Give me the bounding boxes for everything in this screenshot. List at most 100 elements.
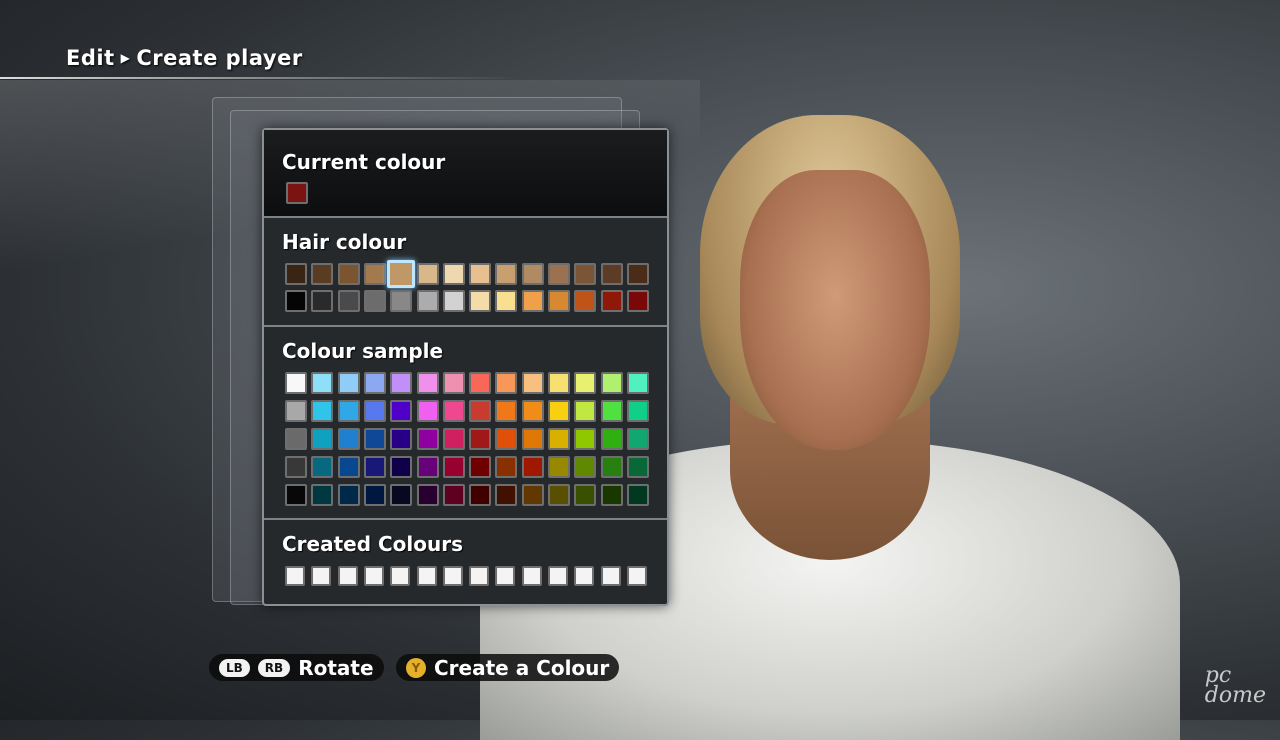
- hair-colour-swatch[interactable]: [495, 290, 518, 312]
- colour-sample-swatch[interactable]: [469, 400, 492, 422]
- created-colour-slot[interactable]: [548, 566, 568, 586]
- colour-sample-swatch[interactable]: [416, 484, 439, 506]
- colour-sample-swatch[interactable]: [416, 400, 439, 422]
- colour-sample-swatch[interactable]: [469, 484, 492, 506]
- colour-sample-swatch[interactable]: [285, 372, 307, 394]
- colour-sample-swatch[interactable]: [363, 484, 386, 506]
- colour-sample-swatch[interactable]: [469, 456, 492, 478]
- colour-sample-swatch[interactable]: [416, 428, 439, 450]
- hair-colour-swatch[interactable]: [285, 290, 307, 312]
- hair-colour-swatch[interactable]: [626, 290, 649, 312]
- hair-colour-swatch[interactable]: [285, 263, 307, 285]
- colour-sample-swatch[interactable]: [600, 484, 623, 506]
- colour-sample-swatch[interactable]: [363, 372, 386, 394]
- hair-colour-swatch[interactable]: [416, 263, 439, 285]
- colour-sample-swatch[interactable]: [548, 484, 570, 506]
- hair-colour-swatch[interactable]: [600, 290, 623, 312]
- colour-sample-swatch[interactable]: [469, 372, 492, 394]
- colour-sample-swatch[interactable]: [521, 484, 544, 506]
- colour-sample-swatch[interactable]: [495, 456, 518, 478]
- colour-sample-swatch[interactable]: [337, 456, 360, 478]
- colour-sample-swatch[interactable]: [600, 428, 623, 450]
- colour-sample-swatch[interactable]: [337, 484, 360, 506]
- colour-sample-swatch[interactable]: [285, 456, 307, 478]
- colour-sample-swatch[interactable]: [574, 456, 597, 478]
- created-colour-slot[interactable]: [363, 566, 384, 586]
- colour-sample-swatch[interactable]: [495, 428, 518, 450]
- colour-sample-swatch[interactable]: [390, 456, 413, 478]
- colour-sample-swatch[interactable]: [574, 428, 597, 450]
- colour-sample-swatch[interactable]: [626, 400, 649, 422]
- colour-sample-swatch[interactable]: [390, 400, 413, 422]
- colour-sample-swatch[interactable]: [363, 456, 386, 478]
- created-colour-slot[interactable]: [442, 566, 463, 586]
- hair-colour-swatch[interactable]: [469, 263, 492, 285]
- created-colour-slot[interactable]: [521, 566, 542, 586]
- colour-sample-swatch[interactable]: [311, 484, 334, 506]
- created-colour-slot[interactable]: [416, 566, 437, 586]
- created-colour-slot[interactable]: [574, 566, 595, 586]
- colour-sample-swatch[interactable]: [337, 428, 360, 450]
- colour-sample-swatch[interactable]: [416, 456, 439, 478]
- colour-sample-swatch[interactable]: [311, 456, 334, 478]
- colour-sample-swatch[interactable]: [600, 372, 623, 394]
- created-colour-slot[interactable]: [600, 566, 621, 586]
- hair-colour-swatch[interactable]: [337, 290, 360, 312]
- created-colour-slot[interactable]: [390, 566, 411, 586]
- rotate-hint[interactable]: LB RB Rotate: [209, 654, 384, 681]
- hair-colour-swatch[interactable]: [548, 290, 570, 312]
- colour-sample-swatch[interactable]: [626, 484, 649, 506]
- colour-sample-swatch[interactable]: [442, 400, 465, 422]
- hair-colour-swatch[interactable]: [442, 263, 465, 285]
- colour-sample-swatch[interactable]: [521, 428, 544, 450]
- colour-sample-swatch[interactable]: [442, 372, 465, 394]
- hair-colour-swatch[interactable]: [311, 263, 334, 285]
- colour-sample-swatch[interactable]: [442, 456, 465, 478]
- colour-sample-swatch[interactable]: [626, 456, 649, 478]
- hair-colour-swatch[interactable]: [600, 263, 623, 285]
- colour-sample-swatch[interactable]: [574, 484, 597, 506]
- created-colour-slot[interactable]: [337, 566, 358, 586]
- colour-sample-swatch[interactable]: [285, 484, 307, 506]
- colour-sample-swatch[interactable]: [416, 372, 439, 394]
- colour-sample-swatch[interactable]: [521, 400, 544, 422]
- hair-colour-swatch[interactable]: [521, 263, 544, 285]
- hair-colour-swatch[interactable]: [363, 263, 386, 285]
- colour-sample-swatch[interactable]: [285, 400, 307, 422]
- colour-sample-swatch[interactable]: [600, 400, 623, 422]
- hair-colour-swatch[interactable]: [416, 290, 439, 312]
- created-colour-slot[interactable]: [495, 566, 516, 586]
- colour-sample-swatch[interactable]: [600, 456, 623, 478]
- colour-sample-swatch[interactable]: [495, 372, 518, 394]
- create-colour-hint[interactable]: Y Create a Colour: [396, 654, 620, 681]
- hair-colour-swatch[interactable]: [311, 290, 334, 312]
- colour-sample-swatch[interactable]: [337, 400, 360, 422]
- colour-sample-swatch[interactable]: [442, 428, 465, 450]
- colour-sample-swatch[interactable]: [311, 428, 334, 450]
- colour-sample-swatch[interactable]: [548, 372, 570, 394]
- colour-sample-swatch[interactable]: [521, 372, 544, 394]
- colour-sample-swatch[interactable]: [548, 428, 570, 450]
- colour-sample-swatch[interactable]: [363, 400, 386, 422]
- colour-sample-swatch[interactable]: [495, 484, 518, 506]
- hair-colour-swatch[interactable]: [521, 290, 544, 312]
- colour-sample-swatch[interactable]: [442, 484, 465, 506]
- colour-sample-swatch[interactable]: [311, 400, 334, 422]
- colour-sample-swatch[interactable]: [521, 456, 544, 478]
- created-colour-slot[interactable]: [469, 566, 490, 586]
- colour-sample-swatch[interactable]: [390, 428, 413, 450]
- hair-colour-swatch[interactable]: [363, 290, 386, 312]
- created-colour-slot[interactable]: [311, 566, 332, 586]
- hair-colour-swatch[interactable]: [626, 263, 649, 285]
- colour-sample-swatch[interactable]: [469, 428, 492, 450]
- colour-sample-swatch[interactable]: [311, 372, 334, 394]
- colour-sample-swatch[interactable]: [285, 428, 307, 450]
- hair-colour-swatch[interactable]: [469, 290, 492, 312]
- colour-sample-swatch[interactable]: [548, 400, 570, 422]
- colour-sample-swatch[interactable]: [495, 400, 518, 422]
- colour-sample-swatch[interactable]: [390, 484, 413, 506]
- colour-sample-swatch[interactable]: [390, 372, 413, 394]
- colour-sample-swatch[interactable]: [548, 456, 570, 478]
- hair-colour-swatch[interactable]: [548, 263, 570, 285]
- colour-sample-swatch[interactable]: [363, 428, 386, 450]
